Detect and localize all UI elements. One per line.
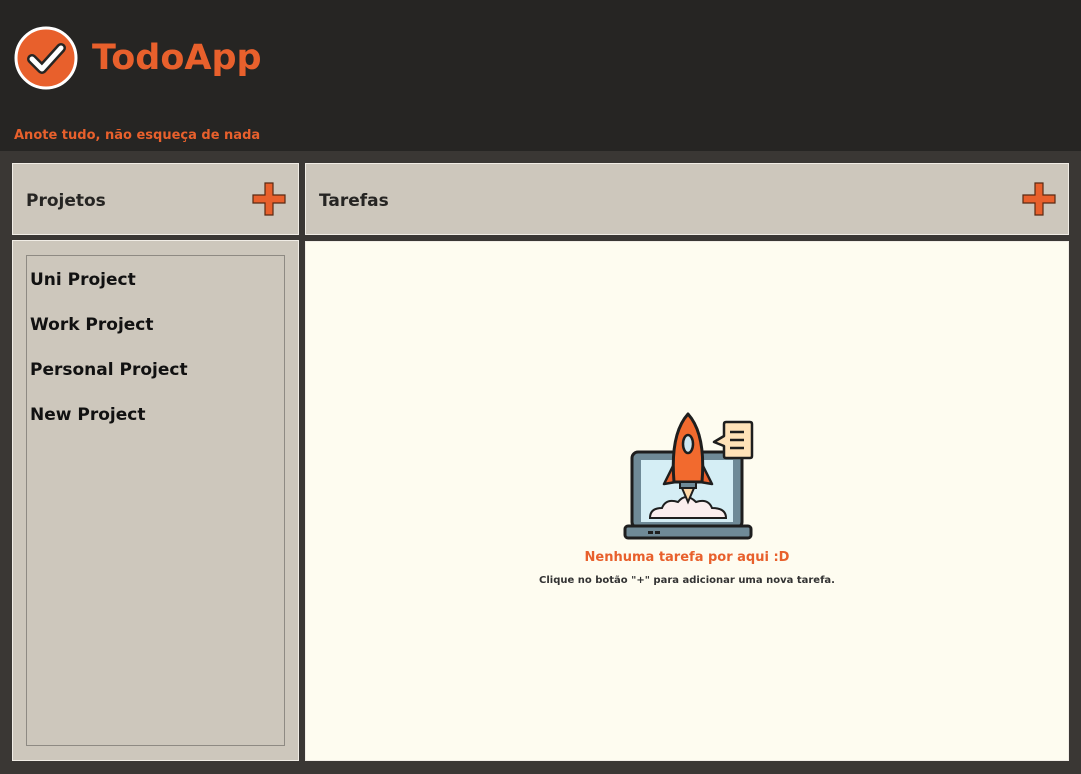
tasks-panel: Nenhuma tarefa por aqui :D Clique no bot… xyxy=(305,241,1069,761)
add-project-button[interactable] xyxy=(252,182,286,216)
project-item-uni[interactable]: Uni Project xyxy=(30,270,136,290)
empty-state-title: Nenhuma tarefa por aqui :D xyxy=(584,550,790,565)
projects-title: Projetos xyxy=(26,191,106,211)
empty-state-subtitle: Clique no botão "+" para adicionar uma n… xyxy=(539,575,835,586)
checkmark-circle-icon xyxy=(14,26,78,90)
projects-header: Projetos xyxy=(12,163,299,235)
tasks-title: Tarefas xyxy=(319,191,389,211)
rocket-laptop-icon xyxy=(623,412,754,540)
app-tagline: Anote tudo, não esqueça de nada xyxy=(14,128,261,143)
project-item-personal[interactable]: Personal Project xyxy=(30,360,188,380)
projects-list[interactable]: Uni Project Work Project Personal Projec… xyxy=(26,255,285,746)
app-header: TodoApp Anote tudo, não esqueça de nada xyxy=(0,0,1081,151)
app-title: TodoApp xyxy=(92,38,262,78)
project-item-new[interactable]: New Project xyxy=(30,405,145,425)
projects-panel: Uni Project Work Project Personal Projec… xyxy=(12,240,299,761)
add-task-button[interactable] xyxy=(1022,182,1056,216)
tasks-header: Tarefas xyxy=(305,163,1069,235)
project-item-work[interactable]: Work Project xyxy=(30,315,154,335)
